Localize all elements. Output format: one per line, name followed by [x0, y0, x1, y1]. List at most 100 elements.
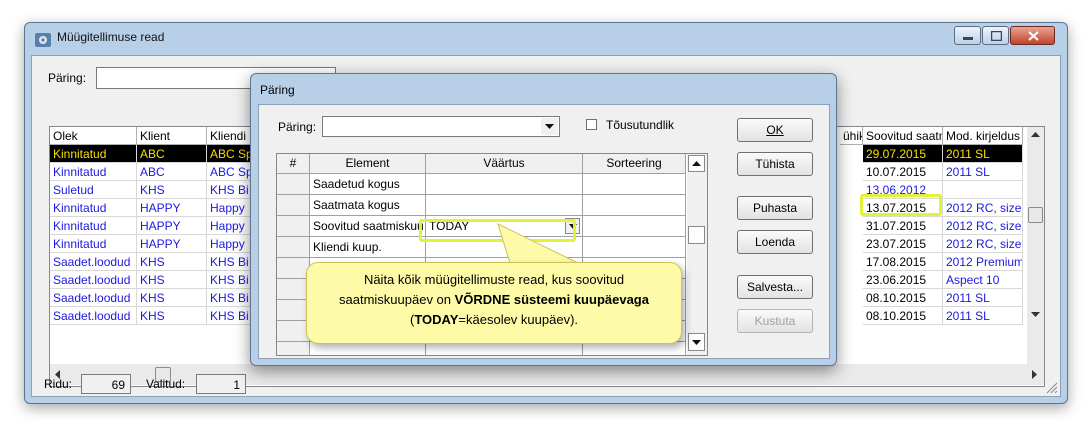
- cell-klient: ABC: [137, 163, 207, 181]
- cell-klient: HAPPY: [137, 199, 207, 217]
- scroll-down-icon[interactable]: [1031, 312, 1040, 318]
- dialog-query-label: Päring:: [278, 120, 317, 134]
- query-label: Päring:: [48, 71, 87, 85]
- cell-klient: KHS: [137, 181, 207, 199]
- cell-olek: Kinnitatud: [50, 217, 137, 235]
- cell-sort: [583, 342, 686, 355]
- cell-olek: Suletud: [50, 181, 137, 199]
- maximize-icon: [991, 31, 1002, 41]
- cell-mod: 2012 Premium: [943, 253, 1023, 271]
- cell-mod: 2011 SL: [943, 307, 1023, 325]
- minimize-button[interactable]: [954, 26, 981, 45]
- criteria-scroll-thumb[interactable]: [688, 226, 705, 244]
- list-button[interactable]: Loenda: [737, 230, 813, 254]
- callout-line-3-text: =käesolev kuupäev).: [458, 312, 579, 327]
- cell-number: [277, 216, 310, 237]
- highlight-matching-date: [860, 194, 942, 216]
- column-header-sort: Sorteering: [583, 154, 686, 174]
- row-count-label: Ridu:: [44, 377, 73, 391]
- cell-value[interactable]: [426, 195, 583, 216]
- column-header-klient[interactable]: Klient: [137, 127, 207, 145]
- save-button[interactable]: Salvesta...: [737, 275, 813, 299]
- column-header-olek[interactable]: Olek: [50, 127, 137, 145]
- cell-mod: [943, 181, 1023, 199]
- scroll-right-icon[interactable]: [1032, 370, 1038, 379]
- cell-olek: Saadet.loodud: [50, 289, 137, 307]
- column-header-mod[interactable]: Mod. kirjeldus: [943, 127, 1023, 145]
- resize-grip-icon[interactable]: [1046, 382, 1058, 394]
- column-header-element: Element: [310, 154, 426, 174]
- close-button[interactable]: [1010, 26, 1055, 45]
- row-count-value: 69: [81, 374, 131, 394]
- window-title: Müügitellimuse read: [57, 30, 165, 44]
- cell-klient: KHS: [137, 253, 207, 271]
- cell-sort: [583, 195, 686, 216]
- column-header-soovitud[interactable]: Soovitud saatm: [863, 127, 943, 145]
- cell-element: Kliendi kuup.: [310, 237, 426, 258]
- cell-value[interactable]: [426, 174, 583, 195]
- cell-klient: KHS: [137, 271, 207, 289]
- criteria-scrollbar[interactable]: [687, 154, 707, 355]
- maximize-button[interactable]: [982, 26, 1009, 45]
- cell-element: Soovitud saatmiskuu: [310, 216, 426, 237]
- selected-count-label: Valitud:: [146, 377, 186, 391]
- criteria-row[interactable]: [277, 342, 686, 355]
- cell-olek: Kinnitatud: [50, 163, 137, 181]
- cell-klient: HAPPY: [137, 217, 207, 235]
- ok-button[interactable]: OK: [737, 118, 813, 142]
- ascending-checkbox[interactable]: [586, 119, 597, 130]
- dialog-query-select[interactable]: [322, 116, 560, 137]
- column-header-number: #: [277, 154, 310, 174]
- clear-button[interactable]: Puhasta: [737, 196, 813, 220]
- criteria-row[interactable]: Saatmata kogus: [277, 195, 686, 216]
- cell-element: Saadetud kogus: [310, 174, 426, 195]
- cell-olek: Saadet.loodud: [50, 253, 137, 271]
- minimize-icon: [963, 37, 973, 40]
- cell-olek: Kinnitatud: [50, 235, 137, 253]
- criteria-scroll-up[interactable]: [688, 155, 705, 172]
- dropdown-button[interactable]: [541, 118, 558, 135]
- cell-sort: [583, 237, 686, 258]
- column-header-uhik[interactable]: ühik: [840, 127, 863, 145]
- cell-soovitud: 23.07.2015: [863, 235, 943, 253]
- callout-line-1: Näita kõik müügitellimuste read, kus soo…: [363, 272, 625, 287]
- callout-line-2-emphasis: VÕRDNE süsteemi kuupäevaga: [454, 292, 649, 307]
- scroll-up-icon: [692, 161, 701, 166]
- close-icon: [1028, 31, 1039, 41]
- cell-mod: 2012 RC, size: [943, 235, 1023, 253]
- explanation-callout: Näita kõik müügitellimuste read, kus soo…: [306, 262, 682, 344]
- cell-mod: Aspect 10: [943, 271, 1023, 289]
- cell-soovitud: 17.08.2015: [863, 253, 943, 271]
- vertical-scroll-thumb[interactable]: [1028, 207, 1043, 223]
- cell-klient: KHS: [137, 307, 207, 325]
- vertical-scrollbar[interactable]: [1027, 127, 1044, 364]
- cell-sort: [583, 174, 686, 195]
- cell-sort: [583, 216, 686, 237]
- callout-line-2-text: saatmiskuupäev on: [339, 292, 455, 307]
- cell-number: [277, 174, 310, 195]
- delete-button: Kustuta: [737, 309, 813, 333]
- cell-klient: HAPPY: [137, 235, 207, 253]
- criteria-scroll-down[interactable]: [688, 333, 705, 351]
- cell-mod: 2012 RC, size: [943, 217, 1023, 235]
- callout-line-3: (TODAY=käesolev kuupäev).: [307, 310, 681, 330]
- callout-pointer: [497, 223, 579, 264]
- cell-value[interactable]: [426, 342, 583, 355]
- cell-klient: KHS: [137, 289, 207, 307]
- criteria-row[interactable]: Saadetud kogus: [277, 174, 686, 195]
- app-gear-icon: [35, 33, 51, 47]
- ok-button-label: OK: [766, 123, 784, 137]
- cell-mod: 2012 RC, size: [943, 199, 1023, 217]
- cell-klient: ABC: [137, 145, 207, 163]
- selected-count-value: 1: [196, 374, 246, 394]
- scroll-down-icon: [692, 340, 701, 345]
- cancel-button[interactable]: Tühista: [737, 152, 813, 176]
- cell-number: [277, 237, 310, 258]
- cell-number: [277, 342, 310, 355]
- scroll-up-icon[interactable]: [1031, 132, 1040, 138]
- cell-soovitud: 10.07.2015: [863, 163, 943, 181]
- cell-mod: 2011 SL: [943, 289, 1023, 307]
- cell-olek: Kinnitatud: [50, 145, 137, 163]
- cell-soovitud: 31.07.2015: [863, 217, 943, 235]
- callout-line-2: saatmiskuupäev on VÕRDNE süsteemi kuupäe…: [307, 290, 681, 310]
